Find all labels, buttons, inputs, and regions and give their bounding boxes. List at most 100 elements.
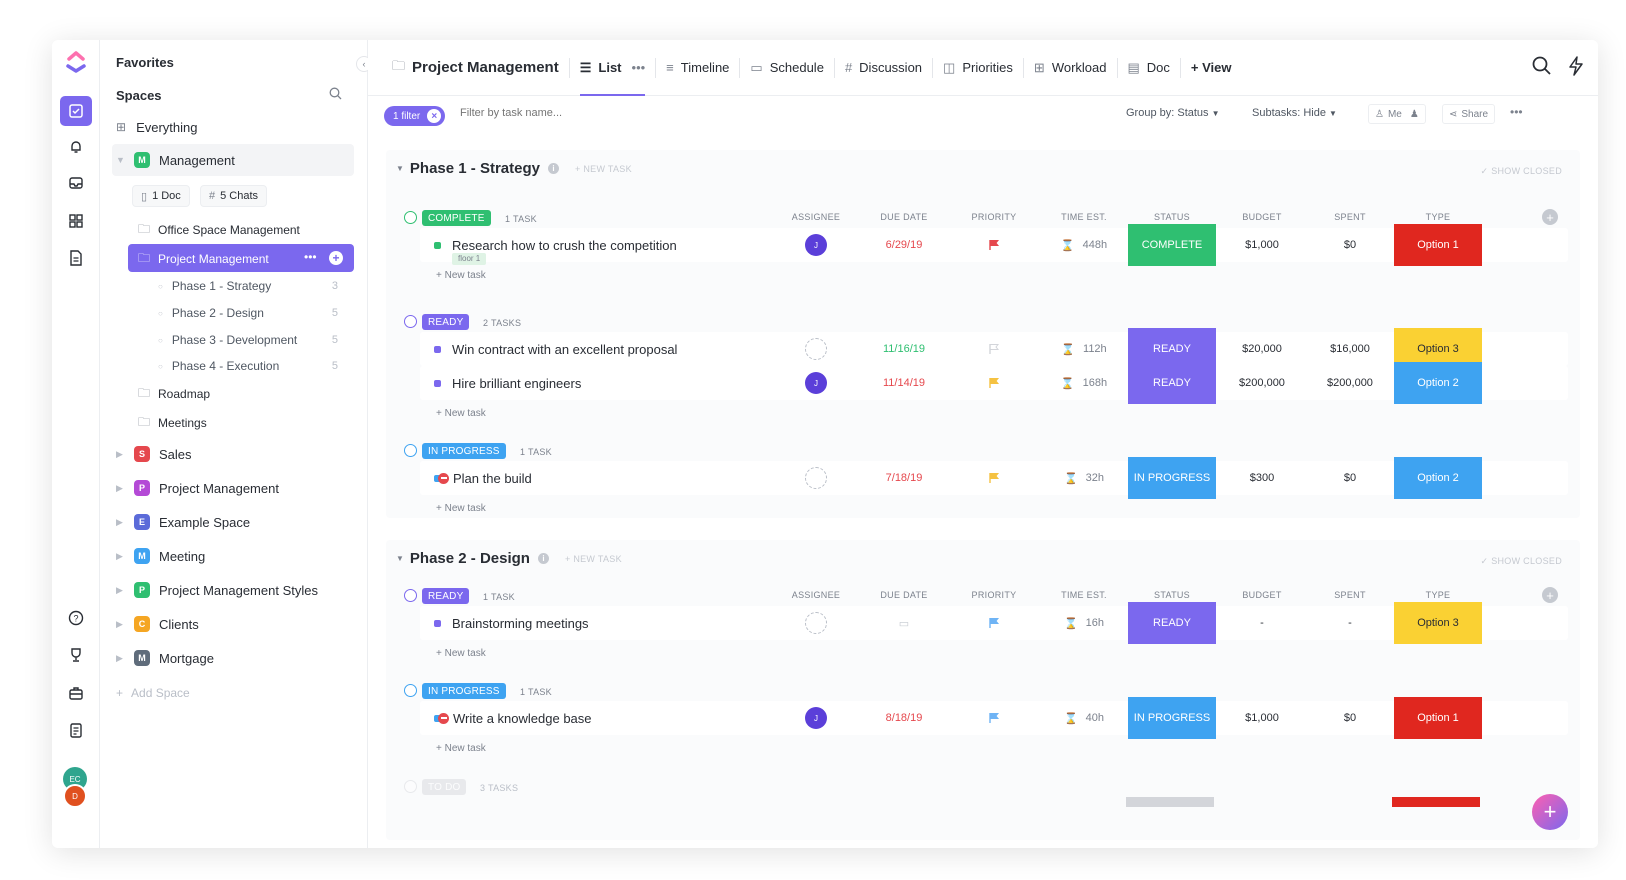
favorites-heading[interactable]: Favorites [116, 54, 174, 70]
assignee-cell[interactable]: J [782, 701, 850, 735]
trophy-icon[interactable] [64, 643, 88, 667]
space-item[interactable]: ▶ M Mortgage [116, 650, 214, 666]
spent-cell[interactable]: $0 [1306, 701, 1394, 735]
everything-item[interactable]: ⊞ Everything [116, 119, 197, 135]
budget-cell[interactable]: $20,000 [1218, 332, 1306, 366]
tab-timeline[interactable]: ≡ Timeline [656, 40, 739, 96]
group-collapse-icon[interactable] [404, 211, 417, 224]
add-view-button[interactable]: + View [1181, 40, 1242, 96]
new-task-link[interactable]: + NEW TASK [575, 164, 632, 174]
filter-chip[interactable]: 1 filter × [384, 106, 446, 126]
status-cell[interactable]: COMPLETE [1128, 224, 1216, 266]
add-assignee-icon[interactable] [805, 467, 827, 489]
due-date-cell[interactable]: 11/14/19 [870, 366, 938, 400]
assignee-avatar[interactable]: J [805, 234, 827, 256]
task-name[interactable]: Brainstorming meetings [452, 606, 589, 640]
task-name[interactable]: Plan the build [438, 461, 532, 495]
status-group-pill[interactable]: TO DO [422, 779, 467, 795]
task-row[interactable]: Write a knowledge base J 8/18/19 ⌛ 40h IN PRO… [420, 697, 1568, 739]
group-collapse-icon[interactable] [404, 780, 417, 793]
assignee-cell[interactable]: J [782, 366, 850, 400]
task-status-dot[interactable] [434, 620, 441, 627]
sublist-item[interactable]: ○ Phase 2 - Design 5 [158, 305, 348, 321]
space-item[interactable]: ▶ C Clients [116, 616, 199, 632]
folder-roadmap[interactable]: 🗀 Roadmap [138, 386, 210, 402]
phase-title[interactable]: ▼ Phase 1 - Strategy i + NEW TASK [396, 160, 632, 177]
task-status-dot[interactable] [434, 380, 441, 387]
clear-filter-icon[interactable]: × [427, 109, 442, 123]
priority-cell[interactable] [960, 332, 1028, 366]
expand-caret-icon[interactable]: ▶ [116, 551, 126, 562]
priority-cell[interactable] [960, 606, 1028, 640]
task-row[interactable]: Hire brilliant engineers J 11/14/19 ⌛ 168h RE… [420, 362, 1568, 404]
spaces-heading[interactable]: Spaces [116, 87, 162, 103]
priority-cell[interactable] [960, 228, 1028, 262]
time-estimate-cell[interactable]: ⌛ 16h [1050, 606, 1118, 640]
collapse-caret-icon[interactable]: ▼ [396, 164, 404, 173]
priority-cell[interactable] [960, 461, 1028, 495]
due-date-cell[interactable]: ▭ [870, 606, 938, 640]
add-list-icon[interactable]: + [329, 251, 343, 265]
assignee-avatar[interactable]: J [805, 372, 827, 394]
expand-caret-icon[interactable]: ▶ [116, 653, 126, 664]
expand-caret-icon[interactable]: ▶ [116, 619, 126, 630]
assignee-cell[interactable] [782, 606, 850, 640]
sublist-item[interactable]: ○ Phase 3 - Development 5 [158, 332, 348, 348]
expand-caret-icon[interactable]: ▶ [116, 483, 126, 494]
page-title[interactable]: 🗀 Project Management [368, 40, 569, 96]
lightning-icon[interactable] [1568, 56, 1584, 81]
group-collapse-icon[interactable] [404, 589, 417, 602]
status-cell[interactable]: READY [1128, 362, 1216, 404]
phase-title[interactable]: ▼ Phase 2 - Design i + NEW TASK [396, 550, 622, 567]
status-group-pill[interactable]: COMPLETE [422, 210, 491, 226]
budget-cell[interactable]: $1,000 [1218, 701, 1306, 735]
search-spaces-icon[interactable] [329, 87, 342, 105]
column-header-time[interactable]: TIME EST. [1040, 590, 1128, 600]
due-date-cell[interactable]: 8/18/19 [870, 701, 938, 735]
more-options-icon[interactable]: ••• [304, 250, 317, 264]
task-row[interactable]: Research how to crush the competition flo… [420, 224, 1568, 266]
subtasks-dropdown[interactable]: Subtasks: Hide ▼ [1252, 107, 1337, 119]
space-item[interactable]: ▶ P Project Management Styles [116, 582, 318, 598]
status-cell[interactable]: IN PROGRESS [1128, 697, 1216, 739]
add-space-button[interactable]: + Add Space [116, 685, 190, 701]
due-date-cell[interactable]: 7/18/19 [870, 461, 938, 495]
time-estimate-cell[interactable]: ⌛ 40h [1050, 701, 1118, 735]
assignee-avatar[interactable]: J [805, 707, 827, 729]
search-icon[interactable] [1532, 56, 1552, 81]
clickup-logo-icon[interactable] [64, 50, 88, 74]
space-item[interactable]: ▶ S Sales [116, 446, 192, 462]
column-header-priority[interactable]: PRIORITY [950, 212, 1038, 222]
tab-more-icon[interactable]: ••• [632, 60, 646, 75]
task-tag[interactable]: floor 1 [452, 253, 487, 265]
column-header-type[interactable]: TYPE [1394, 212, 1482, 222]
column-header-spent[interactable]: SPENT [1306, 212, 1394, 222]
due-date-cell[interactable]: 11/16/19 [870, 332, 938, 366]
new-task-link[interactable]: + New task [436, 743, 486, 754]
column-header-time[interactable]: TIME EST. [1040, 212, 1128, 222]
info-icon[interactable]: i [547, 163, 559, 174]
tab-workload[interactable]: ⊞ Workload [1024, 40, 1117, 96]
tab-doc[interactable]: ▤ Doc [1118, 40, 1180, 96]
type-cell[interactable]: Option 2 [1394, 457, 1482, 499]
show-closed-toggle[interactable]: ✓ SHOW CLOSED [1481, 556, 1562, 567]
task-name[interactable]: Write a knowledge base [438, 701, 592, 735]
group-by-dropdown[interactable]: Group by: Status ▼ [1126, 107, 1220, 119]
time-estimate-cell[interactable]: ⌛ 168h [1050, 366, 1118, 400]
tasks-home-icon[interactable] [60, 96, 92, 126]
new-task-link[interactable]: + New task [436, 270, 486, 281]
expand-caret-icon[interactable]: ▶ [116, 449, 126, 460]
spent-cell[interactable]: $200,000 [1306, 366, 1394, 400]
folder-office-space[interactable]: 🗀 Office Space Management [138, 222, 300, 238]
assignee-cell[interactable]: J [782, 228, 850, 262]
column-header-type[interactable]: TYPE [1394, 590, 1482, 600]
type-cell[interactable]: Option 1 [1394, 697, 1482, 739]
group-collapse-icon[interactable] [404, 315, 417, 328]
status-cell[interactable]: READY [1128, 602, 1216, 644]
user-avatar[interactable]: D [63, 784, 87, 808]
sublist-item[interactable]: ○ Phase 4 - Execution 5 [158, 358, 348, 374]
status-group-pill[interactable]: IN PROGRESS [422, 443, 506, 459]
spent-cell[interactable]: - [1306, 606, 1394, 640]
more-options-icon[interactable]: ••• [1510, 105, 1523, 119]
task-row[interactable]: Plan the build 7/18/19 ⌛ 32h IN PROGRESS $300… [420, 457, 1568, 499]
